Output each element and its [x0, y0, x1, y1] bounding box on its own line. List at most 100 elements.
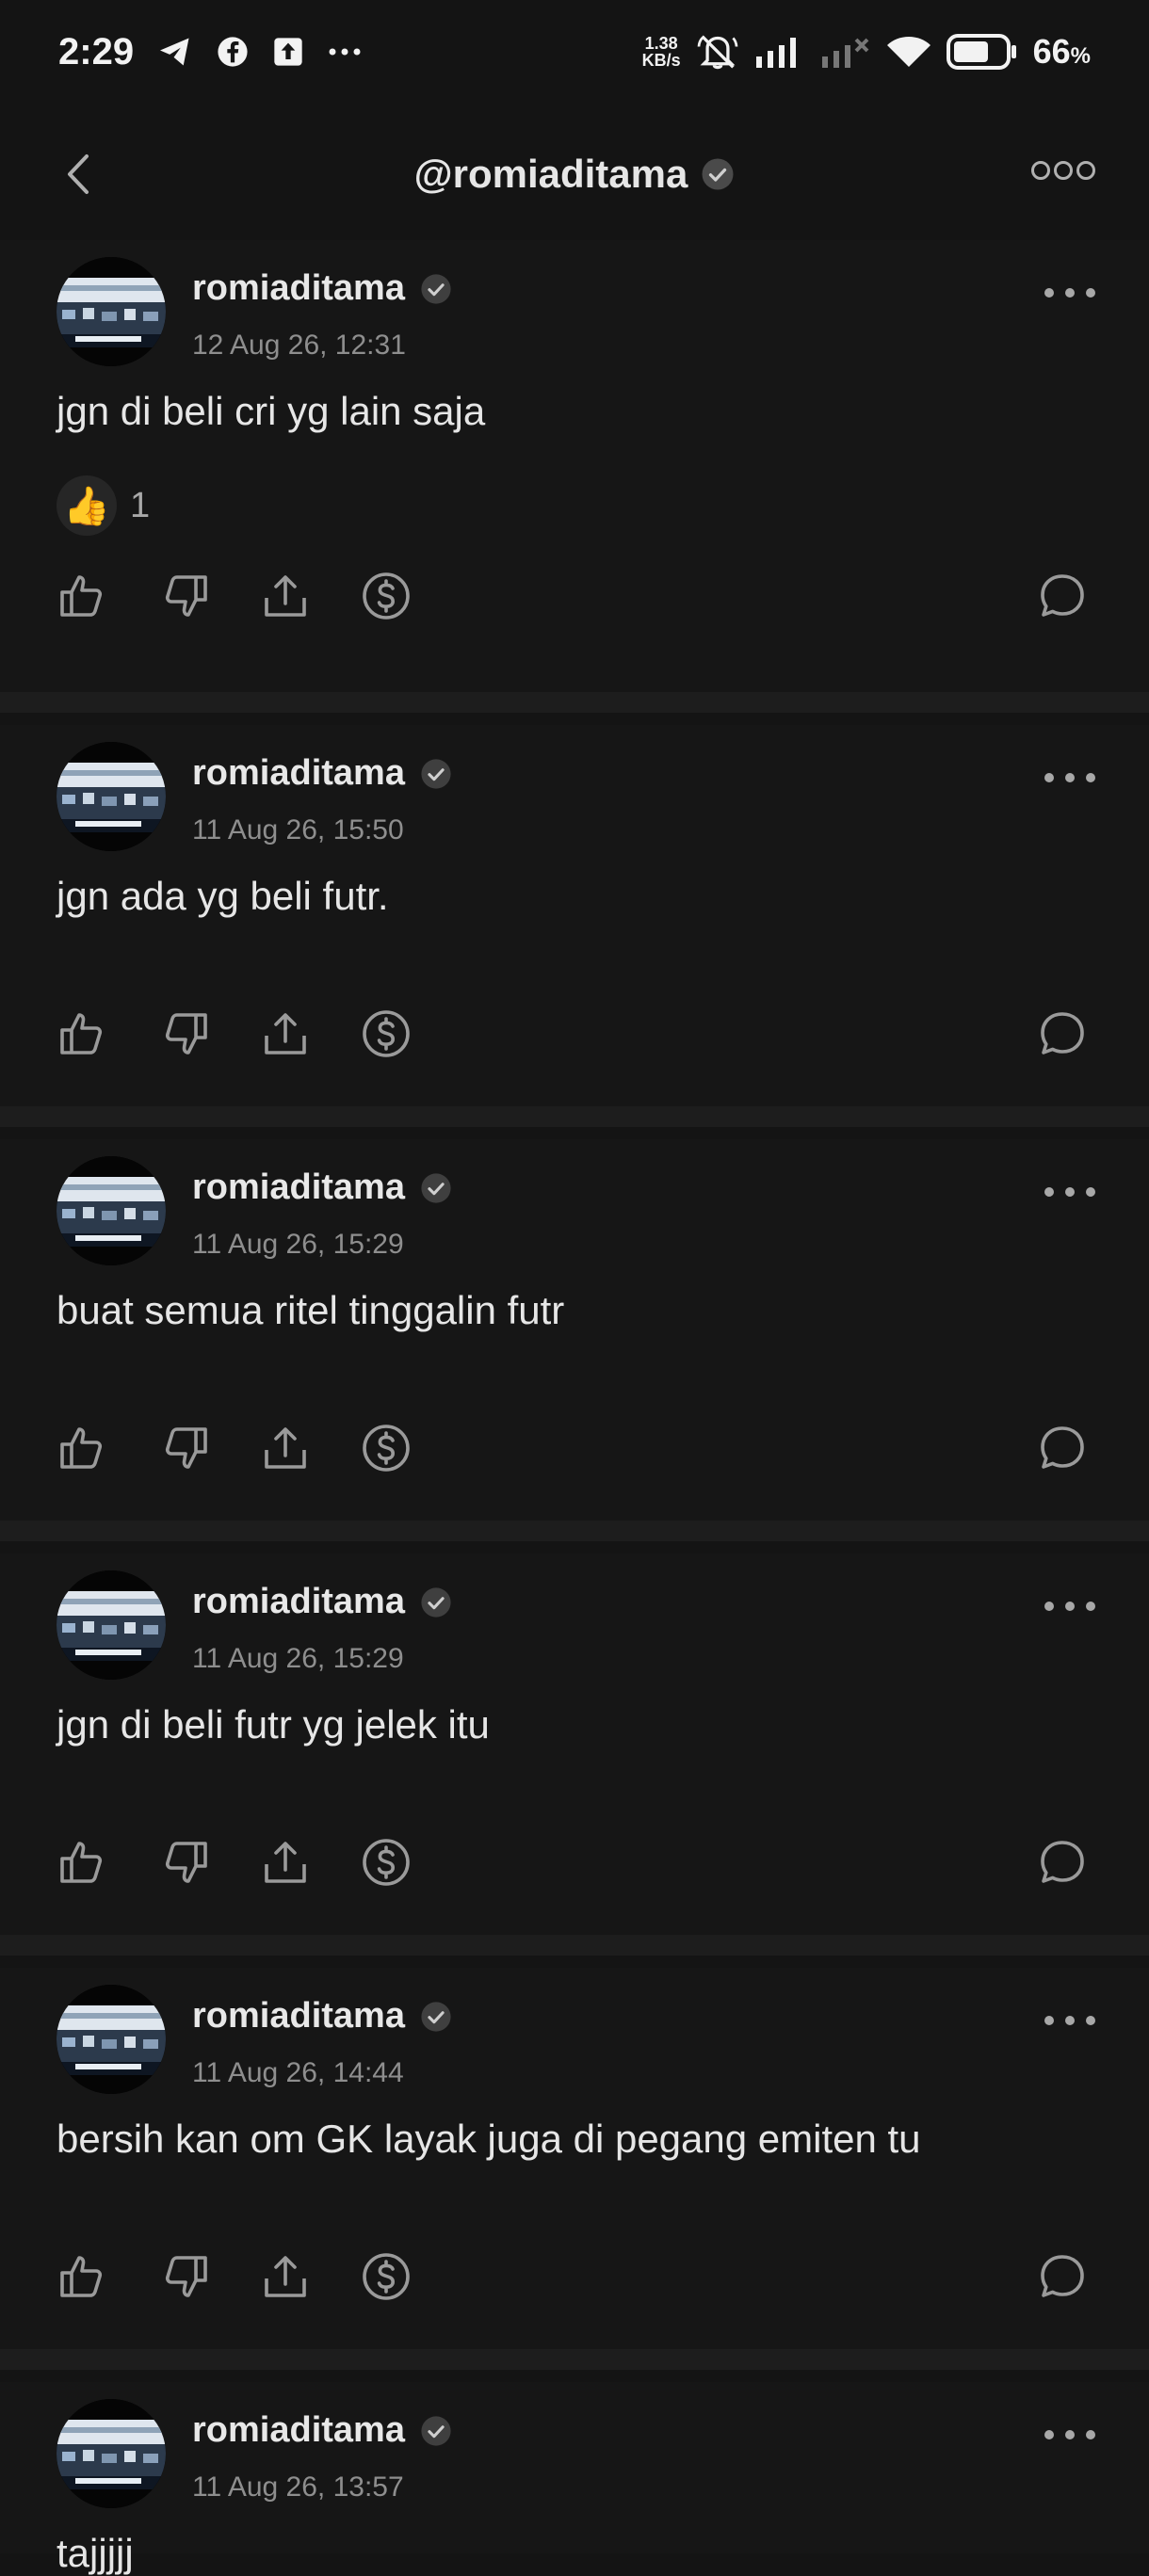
status-bar: 2:29 1.38 KB/s 66%: [0, 0, 1149, 104]
net-speed-value: 1.38: [644, 34, 678, 53]
dislike-icon[interactable]: [158, 2250, 211, 2303]
page-title-text: @romiaditama: [413, 152, 688, 196]
post-actions: [57, 1836, 1092, 1892]
verified-check-icon: [702, 158, 734, 190]
post-username-row[interactable]: romiaditama: [192, 1582, 452, 1622]
dislike-icon[interactable]: [158, 1836, 211, 1889]
telegram-icon: [160, 38, 189, 66]
post-item[interactable]: romiaditama 11 Aug 26, 14:44 bersih kan …: [0, 1968, 1149, 2349]
share-icon[interactable]: [259, 570, 312, 622]
share-icon[interactable]: [259, 2250, 312, 2303]
dislike-icon[interactable]: [158, 570, 211, 622]
post-item[interactable]: romiaditama 11 Aug 26, 13:57 tajjjjj: [0, 2382, 1149, 2575]
like-icon[interactable]: [57, 570, 109, 622]
reaction-chip[interactable]: 👍 1: [57, 475, 150, 536]
post-more-icon[interactable]: [1044, 286, 1096, 303]
post-username-row[interactable]: romiaditama: [192, 1996, 452, 2037]
post-timestamp: 11 Aug 26, 13:57: [192, 2471, 404, 2503]
tip-dollar-icon[interactable]: [360, 1422, 413, 1474]
post-username-row[interactable]: romiaditama: [192, 2410, 452, 2451]
verified-check-icon: [420, 2415, 452, 2447]
post-item[interactable]: romiaditama 11 Aug 26, 15:29 jgn di beli…: [0, 1554, 1149, 1935]
avatar[interactable]: [57, 742, 166, 851]
post-username[interactable]: romiaditama: [192, 268, 405, 309]
post-username-row[interactable]: romiaditama: [192, 1167, 452, 1208]
post-text: jgn di beli cri yg lain saja: [57, 389, 486, 433]
more-circles-icon[interactable]: [1030, 158, 1096, 183]
chevron-left-icon[interactable]: [57, 151, 104, 198]
like-icon[interactable]: [57, 1422, 109, 1474]
share-icon[interactable]: [259, 1007, 312, 1060]
status-bar-right: 1.38 KB/s 66%: [642, 32, 1091, 72]
share-icon[interactable]: [259, 1422, 312, 1474]
post-text: jgn di beli futr yg jelek itu: [57, 1702, 490, 1747]
avatar[interactable]: [57, 1985, 166, 2094]
post-username[interactable]: romiaditama: [192, 1582, 405, 1622]
signal-off-icon: [821, 38, 869, 68]
post-actions: [57, 570, 1092, 626]
post-username[interactable]: romiaditama: [192, 2410, 405, 2451]
post-actions: [57, 2250, 1092, 2307]
comment-icon[interactable]: [1036, 1422, 1089, 1474]
like-icon[interactable]: [57, 2250, 109, 2303]
net-speed: 1.38 KB/s: [642, 35, 681, 69]
post-item[interactable]: romiaditama 11 Aug 26, 15:29 buat semua …: [0, 1139, 1149, 1521]
thumbs-up-emoji: 👍: [57, 475, 117, 536]
post-text: jgn ada yg beli futr.: [57, 874, 389, 918]
reaction-count: 1: [130, 485, 151, 525]
comment-icon[interactable]: [1036, 1836, 1089, 1889]
post-more-icon[interactable]: [1044, 2428, 1096, 2445]
like-icon[interactable]: [57, 1836, 109, 1889]
dislike-icon[interactable]: [158, 1007, 211, 1060]
status-bar-left: 2:29: [58, 31, 362, 73]
post-username[interactable]: romiaditama: [192, 1167, 405, 1208]
post-more-icon[interactable]: [1044, 1600, 1096, 1617]
post-username-row[interactable]: romiaditama: [192, 268, 452, 309]
comment-icon[interactable]: [1036, 570, 1089, 622]
share-icon[interactable]: [259, 1836, 312, 1889]
like-icon[interactable]: [57, 1007, 109, 1060]
post-separator: [0, 692, 1149, 713]
post-separator: [0, 1935, 1149, 1956]
post-timestamp: 12 Aug 26, 12:31: [192, 330, 406, 361]
post-separator: [0, 1106, 1149, 1127]
post-username-row[interactable]: romiaditama: [192, 753, 452, 794]
status-time: 2:29: [58, 30, 135, 72]
tip-dollar-icon[interactable]: [360, 2250, 413, 2303]
post-item[interactable]: romiaditama 12 Aug 26, 12:31 jgn di beli…: [0, 240, 1149, 692]
tip-dollar-icon[interactable]: [360, 570, 413, 622]
battery-percent-sign: %: [1070, 43, 1091, 69]
comment-icon[interactable]: [1036, 2250, 1089, 2303]
avatar[interactable]: [57, 2399, 166, 2508]
avatar[interactable]: [57, 1156, 166, 1265]
post-actions: [57, 1422, 1092, 1478]
post-text: tajjjjj: [57, 2531, 134, 2575]
post-username[interactable]: romiaditama: [192, 1996, 405, 2037]
post-actions: [57, 1007, 1092, 1064]
battery-percent-value: 66: [1032, 32, 1071, 71]
post-more-icon[interactable]: [1044, 771, 1096, 788]
comment-icon[interactable]: [1036, 1007, 1089, 1060]
post-text: bersih kan om GK layak juga di pegang em…: [57, 2117, 921, 2161]
tip-dollar-icon[interactable]: [360, 1007, 413, 1060]
post-separator: [0, 2349, 1149, 2370]
net-speed-unit: KB/s: [641, 51, 681, 70]
post-username[interactable]: romiaditama: [192, 753, 405, 794]
dislike-icon[interactable]: [158, 1422, 211, 1474]
mute-icon: [697, 35, 737, 70]
post-more-icon[interactable]: [1044, 2014, 1096, 2031]
battery-percent: 66%: [1033, 32, 1091, 72]
post-item[interactable]: romiaditama 11 Aug 26, 15:50 jgn ada yg …: [0, 725, 1149, 1106]
post-more-icon[interactable]: [1044, 1185, 1096, 1202]
tip-dollar-icon[interactable]: [360, 1836, 413, 1889]
avatar[interactable]: [57, 257, 166, 366]
verified-check-icon: [420, 2001, 452, 2033]
verified-check-icon: [420, 758, 452, 790]
post-timestamp: 11 Aug 26, 15:29: [192, 1229, 404, 1260]
wifi-icon: [886, 37, 931, 67]
post-timestamp: 11 Aug 26, 15:29: [192, 1643, 404, 1674]
post-timestamp: 11 Aug 26, 15:50: [192, 814, 404, 845]
verified-check-icon: [420, 273, 452, 305]
verified-check-icon: [420, 1172, 452, 1204]
avatar[interactable]: [57, 1570, 166, 1680]
